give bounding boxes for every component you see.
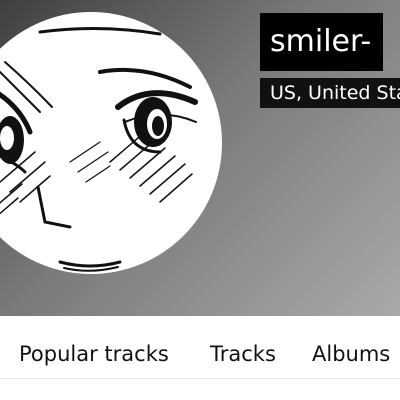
tab-tracks[interactable]: Tracks [210,342,276,366]
profile-header: smiler- US, United States [0,0,400,316]
location-label: US, United States [260,78,400,108]
username-label: smiler- [260,13,384,71]
avatar-image [0,26,198,272]
avatar[interactable] [0,12,222,274]
tab-popular-tracks[interactable]: Popular tracks [19,342,169,366]
tab-albums[interactable]: Albums [312,342,390,366]
profile-tabs: Popular tracks Tracks Albums [0,316,400,379]
